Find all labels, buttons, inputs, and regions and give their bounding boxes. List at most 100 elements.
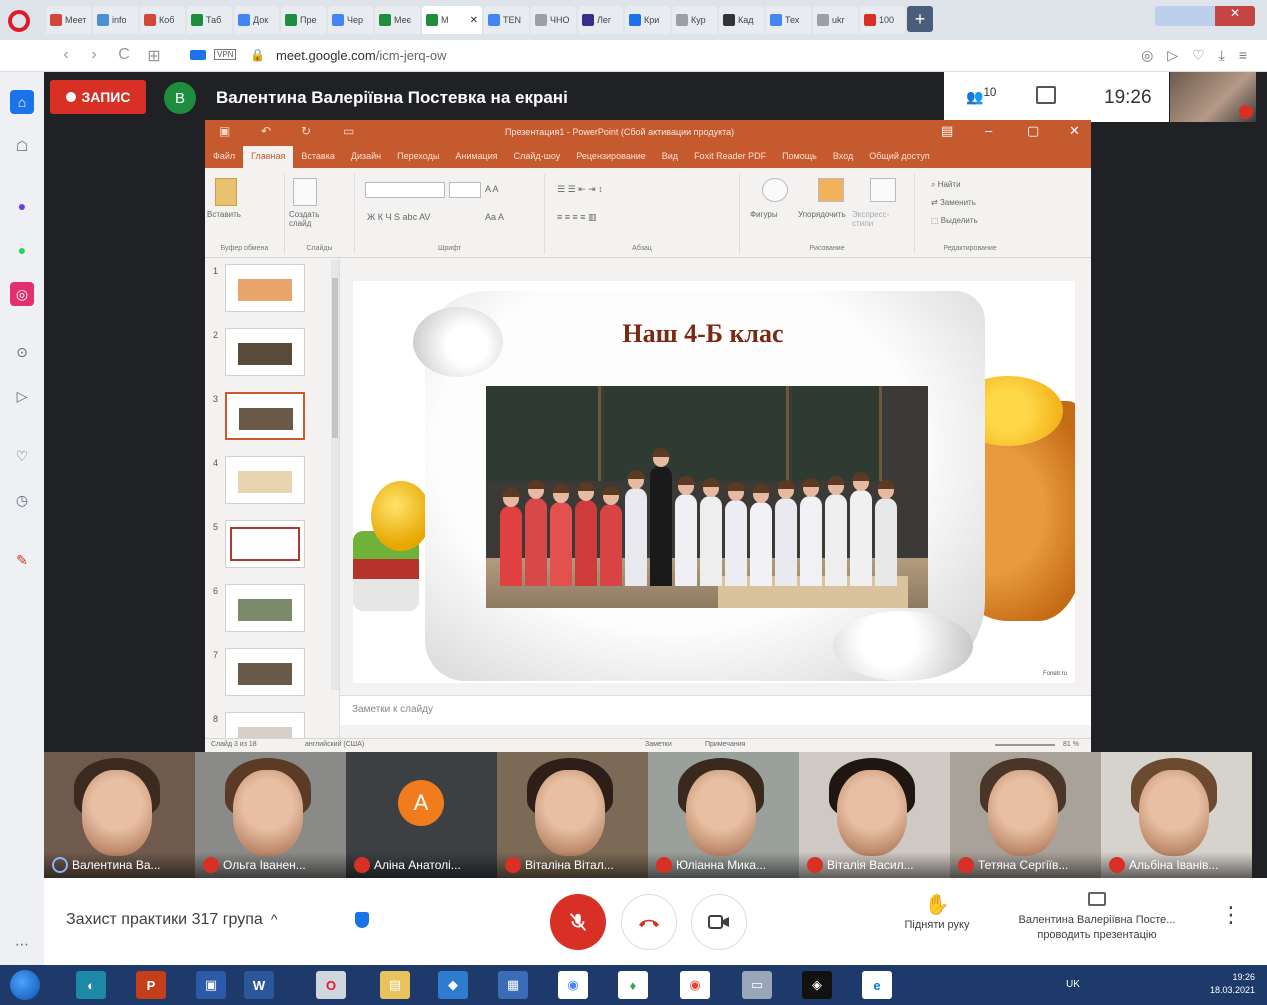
minimize-icon[interactable]: – xyxy=(985,123,992,138)
system-clock[interactable]: 19:26 18.03.2021 xyxy=(1210,971,1255,997)
browser-tab[interactable]: info xyxy=(93,6,138,34)
camera-toggle-button[interactable] xyxy=(691,894,747,950)
browser-tab[interactable]: Пре xyxy=(281,6,326,34)
people-button[interactable]: 👥10 xyxy=(966,86,996,106)
browser-tab[interactable]: TEN xyxy=(484,6,529,34)
send-icon[interactable]: ▷ xyxy=(1167,47,1178,64)
ppt-menu-item[interactable]: Вход xyxy=(825,146,861,168)
chrome2-taskbar-icon[interactable]: ◉ xyxy=(680,971,710,999)
ppt-menu-item[interactable]: Общий доступ xyxy=(861,146,937,168)
participant-tile[interactable]: Юліанна Мика... xyxy=(648,752,799,878)
save-taskbar-icon[interactable]: ▣ xyxy=(196,971,226,999)
redo-icon[interactable]: ↻ xyxy=(301,124,311,138)
browser-tab[interactable]: Коб xyxy=(140,6,185,34)
self-video-thumbnail[interactable] xyxy=(1170,72,1256,122)
heart-icon[interactable]: ♡ xyxy=(1192,47,1205,64)
pin-icon[interactable]: ✎ xyxy=(10,548,34,572)
browser-tab[interactable]: Док xyxy=(234,6,279,34)
browser-tab[interactable]: Чер xyxy=(328,6,373,34)
taskbar-app4-icon[interactable]: ♦ xyxy=(618,971,648,999)
ppt-menu-item[interactable]: Файл xyxy=(205,146,243,168)
vpn-badge[interactable]: VPN xyxy=(214,49,237,60)
ppt-menu-item[interactable]: Переходы xyxy=(389,146,447,168)
language-indicator[interactable]: UK xyxy=(1066,979,1080,990)
new-tab-icon[interactable]: + xyxy=(907,6,933,32)
taskbar-app-icon[interactable]: ◐ xyxy=(76,971,106,999)
powerpoint-taskbar-icon[interactable]: P xyxy=(136,971,166,999)
font-color-icon[interactable]: Aa A xyxy=(485,212,504,222)
font-grow-icon[interactable]: A A xyxy=(485,184,499,194)
participant-tile[interactable]: Валентина Ва... xyxy=(44,752,195,878)
ppt-menu-item[interactable]: Анимация xyxy=(447,146,505,168)
save-icon[interactable]: ▣ xyxy=(219,124,230,138)
start-button[interactable] xyxy=(10,970,40,1000)
ribbon-display-icon[interactable]: ▤ xyxy=(941,123,953,139)
edge-taskbar-icon[interactable]: e xyxy=(862,971,892,999)
bookmarks-icon[interactable]: ♡ xyxy=(10,444,34,468)
history-icon[interactable]: ◷ xyxy=(10,488,34,512)
present-icon[interactable]: ▭ xyxy=(343,124,354,138)
new-slide-icon[interactable] xyxy=(293,178,317,206)
ppt-menu-item[interactable]: Вставка xyxy=(293,146,342,168)
browser-tab[interactable]: ukr xyxy=(813,6,858,34)
slide-thumbnail[interactable] xyxy=(225,328,305,376)
ppt-menu-item[interactable]: Помощь xyxy=(774,146,825,168)
browser-tab[interactable]: Кад xyxy=(719,6,764,34)
participant-tile[interactable]: А Аліна Анатолі... xyxy=(346,752,497,878)
raise-hand-button[interactable]: ✋ Підняти руку xyxy=(892,892,982,931)
shapes-button[interactable]: Фигуры xyxy=(750,210,778,219)
slide-thumbnail[interactable] xyxy=(225,520,305,568)
slide-thumbnail[interactable] xyxy=(225,648,305,696)
word-taskbar-icon[interactable]: W xyxy=(244,971,274,999)
chrome-taskbar-icon[interactable]: ◉ xyxy=(558,971,588,999)
home-icon[interactable]: ⌂ xyxy=(10,90,34,114)
close-icon[interactable]: ✕ xyxy=(1069,123,1080,139)
arrange-icon[interactable] xyxy=(818,178,844,202)
participant-tile[interactable]: Віталіна Вітал... xyxy=(497,752,648,878)
list-icons[interactable]: ☰ ☰ ⇤ ⇥ ↕ xyxy=(557,184,603,195)
ppt-menu-item[interactable]: Foxit Reader PDF xyxy=(686,146,774,168)
forward-icon[interactable]: › xyxy=(84,46,104,64)
shapes-icon[interactable] xyxy=(762,178,788,202)
ppt-menu-item[interactable]: Вид xyxy=(654,146,686,168)
opera-logo-icon[interactable] xyxy=(8,10,30,32)
participant-tile[interactable]: Віталія Васил... xyxy=(799,752,950,878)
back-icon[interactable]: ‹ xyxy=(56,46,76,64)
browser-tab[interactable]: ЧНО xyxy=(531,6,576,34)
menu-icon[interactable]: ≡ xyxy=(1239,47,1247,64)
browser-tab[interactable]: Тех xyxy=(766,6,811,34)
font-style-icons[interactable]: Ж К Ч S abc AV xyxy=(367,212,430,222)
slide-thumbnail[interactable] xyxy=(225,264,305,312)
paste-icon[interactable] xyxy=(215,178,237,206)
leave-call-button[interactable] xyxy=(621,894,677,950)
opera-taskbar-icon[interactable]: O xyxy=(316,971,346,999)
taskbar-app5-icon[interactable]: ▭ xyxy=(742,971,772,999)
browser-tab[interactable]: Лег xyxy=(578,6,623,34)
zoom-level[interactable]: 81 % xyxy=(1063,741,1079,748)
participant-tile[interactable]: Альбіна Іванів... xyxy=(1101,752,1252,878)
browser-tab[interactable]: 100 xyxy=(860,6,905,34)
speed-dial-icon[interactable]: ⊞ xyxy=(144,46,164,66)
folder-taskbar-icon[interactable]: ▤ xyxy=(380,971,410,999)
undo-icon[interactable]: ↶ xyxy=(261,124,271,138)
chat-icon[interactable] xyxy=(1036,86,1056,104)
browser-tab[interactable]: Кур xyxy=(672,6,717,34)
ppt-menu-item[interactable]: Рецензирование xyxy=(568,146,654,168)
taskbar-app2-icon[interactable]: ◆ xyxy=(438,971,468,999)
font-family-select[interactable] xyxy=(365,182,445,198)
browser-tab[interactable]: Меє xyxy=(375,6,420,34)
download-icon[interactable]: ⤓ xyxy=(1219,47,1225,64)
align-icons[interactable]: ≡ ≡ ≡ ≡ ▥ xyxy=(557,212,597,223)
maximize-icon[interactable]: ▢ xyxy=(1027,123,1039,139)
slide-thumbnail[interactable] xyxy=(225,392,305,440)
thumbnail-scrollbar[interactable] xyxy=(331,260,339,690)
speed-dial-sidebar-icon[interactable]: ☖ xyxy=(10,134,34,158)
window-close-icon[interactable]: ✕ xyxy=(1215,6,1255,26)
ppt-menu-item[interactable]: Слайд-шоу xyxy=(506,146,569,168)
browser-tab[interactable]: М ✕ xyxy=(422,6,482,34)
slide-notes[interactable]: Заметки к слайду xyxy=(340,695,1091,725)
player-icon[interactable]: ⊙ xyxy=(10,340,34,364)
ppt-menu-item[interactable]: Дизайн xyxy=(343,146,389,168)
browser-tab[interactable]: Меет xyxy=(46,6,91,34)
language-status[interactable]: английский (США) xyxy=(305,741,364,748)
